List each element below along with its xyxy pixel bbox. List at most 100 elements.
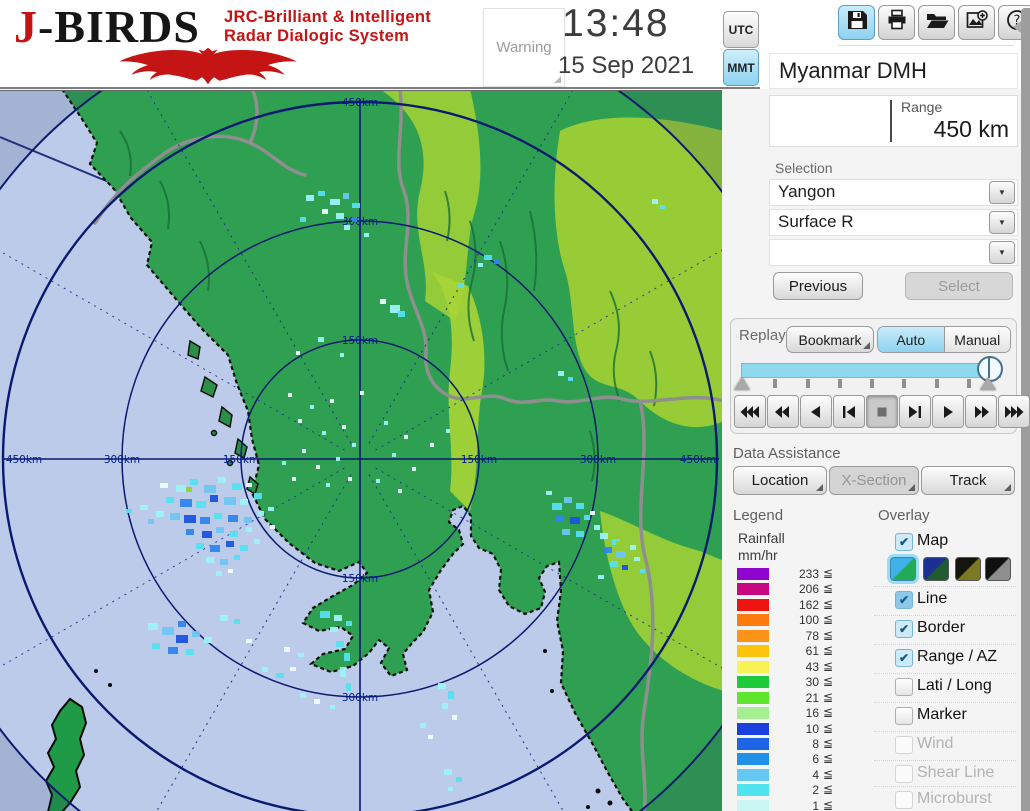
chevron-down-icon[interactable]: ▼ bbox=[989, 181, 1015, 204]
bookmark-button[interactable]: Bookmark bbox=[786, 326, 874, 353]
overlay-label[interactable]: Map bbox=[917, 532, 948, 550]
rain-cell bbox=[176, 635, 188, 643]
checkbox-marker[interactable] bbox=[895, 707, 913, 725]
rain-cell bbox=[346, 621, 352, 626]
track-button[interactable]: Track bbox=[921, 466, 1015, 495]
select-button[interactable]: Select bbox=[905, 272, 1013, 300]
rain-cell bbox=[190, 479, 198, 485]
manual-button[interactable]: Manual bbox=[945, 327, 1011, 352]
legend-lte-symbol: ≦ bbox=[823, 705, 833, 719]
selection-dropdown-3[interactable]: ▼ bbox=[769, 239, 1018, 266]
legend-lte-symbol: ≦ bbox=[823, 721, 833, 735]
previous-button[interactable]: Previous bbox=[773, 272, 863, 300]
checkbox-wind[interactable] bbox=[895, 736, 913, 754]
station-name-box: Myanmar DMH bbox=[769, 53, 1018, 89]
rain-cell bbox=[598, 575, 604, 579]
rain-cell bbox=[254, 539, 260, 544]
rain-cell bbox=[594, 525, 600, 530]
playback-step-first-button[interactable] bbox=[833, 395, 865, 428]
rain-cell bbox=[204, 637, 212, 643]
overlay-label[interactable]: Marker bbox=[917, 706, 967, 724]
map-style-4[interactable] bbox=[985, 557, 1011, 581]
rain-cell bbox=[180, 499, 192, 507]
playback-play-button[interactable] bbox=[932, 395, 964, 428]
rain-cell bbox=[456, 777, 462, 782]
legend-lte-symbol: ≦ bbox=[823, 751, 833, 765]
overlay-label[interactable]: Microburst bbox=[917, 790, 992, 808]
checkbox-line[interactable]: ✔ bbox=[895, 591, 913, 609]
rain-cell bbox=[552, 503, 562, 510]
warning-button[interactable]: Warning bbox=[483, 8, 565, 87]
rain-cell bbox=[202, 531, 212, 538]
ring-label: 300km bbox=[104, 454, 140, 466]
legend-value: 43 bbox=[773, 660, 819, 674]
rain-cell bbox=[320, 611, 330, 618]
add-image-button[interactable] bbox=[958, 5, 995, 40]
logo-subtitle-line1: JRC-Brilliant & Intelligent bbox=[224, 8, 431, 27]
selection-dropdown-1[interactable]: Yangon ▼ bbox=[769, 179, 1018, 206]
print-button[interactable] bbox=[878, 5, 915, 40]
rain-cell bbox=[140, 505, 148, 510]
logo-j: J bbox=[14, 1, 38, 52]
rain-cell bbox=[126, 509, 132, 513]
rain-cell bbox=[576, 503, 584, 509]
rain-cell bbox=[334, 615, 342, 621]
replay-slider-track[interactable] bbox=[741, 363, 1001, 378]
selection-dropdown-2[interactable]: Surface R▼ bbox=[769, 209, 1018, 236]
panel-collapse-icon[interactable] bbox=[1013, 21, 1021, 33]
playback-stop-button[interactable] bbox=[866, 395, 898, 428]
rain-cell bbox=[254, 493, 262, 499]
replay-panel: Replay Bookmark Auto Manual bbox=[730, 318, 1017, 434]
slider-tick bbox=[838, 379, 842, 388]
dropdown-value: Yangon bbox=[778, 182, 835, 202]
overlay-separator bbox=[874, 586, 1016, 587]
playback-rewind-3-button[interactable] bbox=[734, 395, 766, 428]
rain-cell bbox=[448, 787, 453, 791]
overlay-label[interactable]: Border bbox=[917, 619, 965, 637]
radar-map-canvas[interactable]: 150km150km150km150km300km300km300km300km… bbox=[0, 90, 722, 811]
legend-lte-symbol: ≦ bbox=[823, 643, 833, 657]
slider-end-marker[interactable] bbox=[980, 377, 996, 390]
open-folder-button[interactable] bbox=[918, 5, 955, 40]
legend-color-swatch bbox=[737, 676, 769, 688]
rain-cell bbox=[340, 353, 344, 357]
playback-rewind-2-button[interactable] bbox=[767, 395, 799, 428]
rain-cell bbox=[478, 263, 483, 267]
chevron-down-icon[interactable]: ▼ bbox=[989, 241, 1015, 264]
utc-button[interactable]: UTC bbox=[723, 11, 759, 48]
rain-cell bbox=[322, 431, 326, 435]
checkbox-map[interactable]: ✔ bbox=[895, 533, 913, 551]
rain-cell bbox=[288, 393, 292, 397]
x-section-button[interactable]: X-Section bbox=[829, 466, 919, 495]
checkbox-lati-long[interactable] bbox=[895, 678, 913, 696]
playback-step-last-button[interactable] bbox=[899, 395, 931, 428]
station-name: Myanmar DMH bbox=[779, 58, 927, 84]
map-style-1[interactable] bbox=[890, 557, 916, 581]
checkbox-microburst[interactable] bbox=[895, 791, 913, 809]
map-style-3[interactable] bbox=[955, 557, 981, 581]
rain-cell bbox=[340, 667, 346, 677]
rain-cell bbox=[342, 425, 346, 429]
checkbox-border[interactable]: ✔ bbox=[895, 620, 913, 638]
mmt-button[interactable]: MMT bbox=[723, 49, 759, 86]
overlay-label[interactable]: Line bbox=[917, 590, 947, 608]
checkbox-range-az[interactable]: ✔ bbox=[895, 649, 913, 667]
map-style-2[interactable] bbox=[923, 557, 949, 581]
overlay-label[interactable]: Lati / Long bbox=[917, 677, 992, 695]
overlay-label[interactable]: Range / AZ bbox=[917, 648, 997, 666]
save-button[interactable] bbox=[838, 5, 875, 40]
location-button[interactable]: Location bbox=[733, 466, 827, 495]
playback-reverse-button[interactable] bbox=[800, 395, 832, 428]
chevron-down-icon[interactable]: ▼ bbox=[989, 211, 1015, 234]
overlay-row-wind: Wind bbox=[874, 735, 1020, 759]
overlay-label[interactable]: Wind bbox=[917, 735, 953, 753]
rain-cell bbox=[568, 377, 573, 381]
playback-forward-2-button[interactable] bbox=[965, 395, 997, 428]
rain-cell bbox=[446, 429, 450, 433]
rain-cell bbox=[344, 225, 350, 230]
slider-start-marker[interactable] bbox=[734, 377, 750, 390]
overlay-label[interactable]: Shear Line bbox=[917, 764, 994, 782]
auto-button[interactable]: Auto bbox=[878, 327, 945, 352]
playback-forward-3-button[interactable] bbox=[998, 395, 1030, 428]
checkbox-shear-line[interactable] bbox=[895, 765, 913, 783]
